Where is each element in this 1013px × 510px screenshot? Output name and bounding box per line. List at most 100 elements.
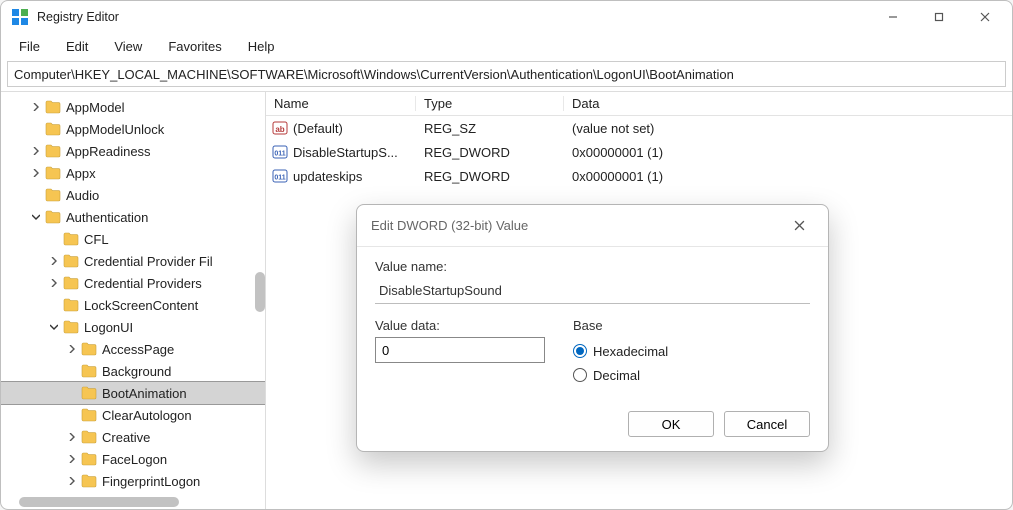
tree-item-credential-providers[interactable]: Credential Providers <box>1 272 266 294</box>
tree-item-credential-provider-fil[interactable]: Credential Provider Fil <box>1 250 266 272</box>
dword-value-icon <box>272 168 288 184</box>
radio-icon <box>573 368 587 382</box>
tree-item-facelogon[interactable]: FaceLogon <box>1 448 266 470</box>
folder-icon <box>63 298 79 312</box>
expander-placeholder <box>29 188 43 202</box>
tree-item-appx[interactable]: Appx <box>1 162 266 184</box>
tree-item-label: LockScreenContent <box>84 298 198 313</box>
tree-item-audio[interactable]: Audio <box>1 184 266 206</box>
value-name-field[interactable]: DisableStartupSound <box>375 278 810 304</box>
ok-button[interactable]: OK <box>628 411 714 437</box>
folder-icon <box>63 276 79 290</box>
radio-hexadecimal[interactable]: Hexadecimal <box>573 339 668 363</box>
tree-item-label: LogonUI <box>84 320 133 335</box>
folder-icon <box>45 166 61 180</box>
value-data: 0x00000001 (1) <box>564 145 1012 160</box>
tree-item-label: AppModel <box>66 100 125 115</box>
tree-item-label: AccessPage <box>102 342 174 357</box>
tree-item-accesspage[interactable]: AccessPage <box>1 338 266 360</box>
chevron-right-icon[interactable] <box>65 430 79 444</box>
column-header-type[interactable]: Type <box>416 96 564 111</box>
dialog-titlebar[interactable]: Edit DWORD (32-bit) Value <box>357 205 828 247</box>
tree-item-label: Creative <box>102 430 150 445</box>
folder-icon <box>63 254 79 268</box>
chevron-down-icon[interactable] <box>29 210 43 224</box>
tree-item-fingerprintlogon[interactable]: FingerprintLogon <box>1 470 266 492</box>
menu-file[interactable]: File <box>7 36 52 57</box>
tree-item-label: Background <box>102 364 171 379</box>
tree-item-bootanimation[interactable]: BootAnimation <box>1 382 266 404</box>
tree-item-lockscreencontent[interactable]: LockScreenContent <box>1 294 266 316</box>
minimize-button[interactable] <box>870 2 916 32</box>
tree-item-label: CFL <box>84 232 109 247</box>
folder-icon <box>81 386 97 400</box>
chevron-right-icon[interactable] <box>29 144 43 158</box>
tree-item-clearautologon[interactable]: ClearAutologon <box>1 404 266 426</box>
tree-item-label: AppModelUnlock <box>66 122 164 137</box>
tree-item-logonui[interactable]: LogonUI <box>1 316 266 338</box>
folder-icon <box>81 408 97 422</box>
tree-item-label: AppReadiness <box>66 144 151 159</box>
tree-pane[interactable]: AppModel AppModelUnlock AppReadiness Appx Au… <box>1 92 266 509</box>
close-button[interactable] <box>962 2 1008 32</box>
folder-icon <box>45 188 61 202</box>
chevron-down-icon[interactable] <box>47 320 61 334</box>
app-icon <box>11 8 29 26</box>
cancel-button[interactable]: Cancel <box>724 411 810 437</box>
chevron-right-icon[interactable] <box>65 342 79 356</box>
tree-item-authentication[interactable]: Authentication <box>1 206 266 228</box>
dword-value-icon <box>272 144 288 160</box>
tree-scrollbar-horizontal[interactable] <box>19 497 179 507</box>
titlebar[interactable]: Registry Editor <box>1 1 1012 33</box>
value-type: REG_DWORD <box>416 145 564 160</box>
value-name-label: Value name: <box>375 259 810 274</box>
chevron-right-icon[interactable] <box>29 100 43 114</box>
tree-item-background[interactable]: Background <box>1 360 266 382</box>
folder-icon <box>45 144 61 158</box>
tree-item-cfl[interactable]: CFL <box>1 228 266 250</box>
expander-placeholder <box>47 232 61 246</box>
tree-item-label: Audio <box>66 188 99 203</box>
chevron-right-icon[interactable] <box>65 452 79 466</box>
folder-icon <box>81 452 97 466</box>
minimize-icon <box>888 12 898 22</box>
maximize-button[interactable] <box>916 2 962 32</box>
tree-item-appmodelunlock[interactable]: AppModelUnlock <box>1 118 266 140</box>
expander-placeholder <box>65 364 79 378</box>
menu-edit[interactable]: Edit <box>54 36 100 57</box>
chevron-right-icon[interactable] <box>47 254 61 268</box>
chevron-right-icon[interactable] <box>47 276 61 290</box>
dialog-title: Edit DWORD (32-bit) Value <box>371 218 784 233</box>
folder-icon <box>81 474 97 488</box>
radio-decimal[interactable]: Decimal <box>573 363 668 387</box>
folder-icon <box>63 232 79 246</box>
menubar: File Edit View Favorites Help <box>1 33 1012 59</box>
registry-editor-window: Registry Editor File Edit View Favorites… <box>0 0 1013 510</box>
chevron-right-icon[interactable] <box>29 166 43 180</box>
radio-icon <box>573 344 587 358</box>
column-header-name[interactable]: Name <box>266 96 416 111</box>
column-header-data[interactable]: Data <box>564 96 1012 111</box>
value-data: 0x00000001 (1) <box>564 169 1012 184</box>
value-data: (value not set) <box>564 121 1012 136</box>
menu-view[interactable]: View <box>102 36 154 57</box>
edit-dword-dialog: Edit DWORD (32-bit) Value Value name: Di… <box>356 204 829 452</box>
list-header: Name Type Data <box>266 92 1012 116</box>
chevron-right-icon[interactable] <box>65 474 79 488</box>
address-bar[interactable]: Computer\HKEY_LOCAL_MACHINE\SOFTWARE\Mic… <box>7 61 1006 87</box>
string-value-icon <box>272 120 288 136</box>
tree-item-creative[interactable]: Creative <box>1 426 266 448</box>
tree-item-appreadiness[interactable]: AppReadiness <box>1 140 266 162</box>
list-row[interactable]: updateskipsREG_DWORD0x00000001 (1) <box>266 164 1012 188</box>
dialog-close-button[interactable] <box>784 211 814 241</box>
tree-scrollbar-vertical[interactable] <box>255 272 265 312</box>
value-name: updateskips <box>293 169 362 184</box>
list-row[interactable]: (Default)REG_SZ(value not set) <box>266 116 1012 140</box>
list-row[interactable]: DisableStartupS...REG_DWORD0x00000001 (1… <box>266 140 1012 164</box>
menu-help[interactable]: Help <box>236 36 287 57</box>
menu-favorites[interactable]: Favorites <box>156 36 233 57</box>
tree-item-appmodel[interactable]: AppModel <box>1 96 266 118</box>
window-controls <box>870 2 1008 32</box>
expander-placeholder <box>65 386 79 400</box>
value-data-input[interactable] <box>375 337 545 363</box>
